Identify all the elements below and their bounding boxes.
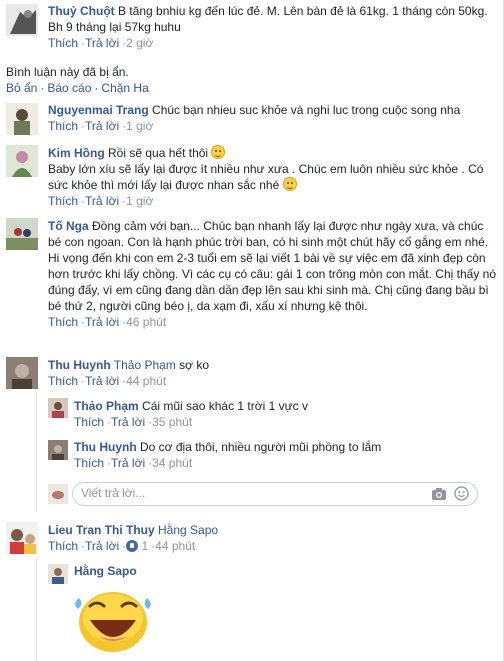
- reply-thread-line: [36, 392, 37, 512]
- author-name[interactable]: Nguyenmai Trang: [48, 103, 149, 117]
- comment-text: Cái mũi sao khác 1 trời 1 vực v: [142, 399, 308, 413]
- like-link[interactable]: Thích: [48, 374, 78, 388]
- like-link[interactable]: Thích: [74, 456, 104, 470]
- reply-thread-line: [36, 558, 37, 661]
- comment: Kim Hồng Rồi sẽ qua hết thôi Baby lớn xí…: [48, 145, 496, 209]
- reply: Thu Huynh Do cơ địa thôi, nhiều người mũ…: [74, 439, 381, 471]
- smile-emoji-icon: [282, 177, 297, 191]
- reply-link[interactable]: Trả lời: [85, 315, 119, 329]
- comment-actions: Thích ·Trả lời ·1 giờ: [48, 193, 496, 209]
- author-name[interactable]: Tố Nga: [48, 219, 89, 233]
- comment-text: Đồng cảm với bạn... Chúc bạn nhanh lấy l…: [48, 219, 496, 313]
- timestamp[interactable]: 46 phút: [126, 315, 166, 329]
- timestamp[interactable]: 1 giờ: [126, 194, 153, 208]
- like-link[interactable]: Thích: [48, 119, 78, 133]
- author-name[interactable]: Thảo Phạm: [74, 399, 139, 413]
- camera-icon[interactable]: [431, 487, 447, 501]
- unhide-link[interactable]: Bỏ ẩn: [6, 81, 37, 95]
- report-link[interactable]: Báo cáo: [47, 81, 91, 95]
- avatar[interactable]: [6, 4, 38, 36]
- reply-link[interactable]: Trả lời: [85, 36, 119, 50]
- like-reaction-icon[interactable]: [126, 540, 139, 552]
- mention-tag[interactable]: Thảo Phạm: [114, 358, 176, 372]
- author-name[interactable]: Hằng Sapo: [74, 564, 137, 578]
- avatar[interactable]: [6, 103, 38, 135]
- author-name[interactable]: Thu Huynh: [74, 440, 137, 454]
- avatar: [48, 484, 68, 504]
- reply-input-placeholder: Viết trả lời...: [81, 486, 146, 500]
- reply: Thảo Phạm Cái mũi sao khác 1 trời 1 vực …: [74, 398, 308, 430]
- reply-link[interactable]: Trả lời: [85, 539, 119, 553]
- comment: Tố Nga Đồng cảm với bạn... Chúc bạn nhan…: [48, 218, 496, 330]
- comment-text: Chúc bạn nhieu suc khỏe và nghi luc tron…: [152, 103, 461, 117]
- comment-text: Baby lớn xíu sẽ lấy lại được ít nhiều nh…: [48, 162, 484, 192]
- comment-actions: Thích ·Trả lời ·46 phút: [48, 314, 496, 330]
- reply-link[interactable]: Trả lời: [85, 194, 119, 208]
- avatar[interactable]: [48, 398, 68, 418]
- author-name[interactable]: Thu Huynh: [48, 358, 111, 372]
- avatar[interactable]: [6, 145, 38, 177]
- block-link[interactable]: Chặn Ha: [101, 81, 148, 95]
- separator: ·: [40, 81, 45, 95]
- hidden-actions: Bỏ ẩn · Báo cáo · Chặn Ha: [6, 80, 149, 96]
- timestamp[interactable]: 1 giờ: [126, 119, 153, 133]
- separator: ·: [94, 81, 99, 95]
- comment-actions: Thích ·Trả lời ·34 phút: [74, 455, 381, 471]
- mention-tag[interactable]: Hằng Sapo: [158, 523, 218, 537]
- author-name[interactable]: Thuỷ Chuột: [48, 4, 115, 18]
- emoji-picker-icon[interactable]: [454, 486, 469, 501]
- reply: Hằng Sapo: [74, 563, 137, 579]
- author-name[interactable]: Kim Hồng: [48, 146, 105, 160]
- hidden-notice: Bình luận này đã bị ẩn.: [6, 65, 129, 79]
- smile-emoji-icon: [211, 145, 226, 159]
- like-link[interactable]: Thích: [48, 36, 78, 50]
- comment-text: Do cơ địa thôi, nhiều người mũi phồng to…: [140, 440, 382, 454]
- reply-link[interactable]: Trả lời: [85, 119, 119, 133]
- comment: Thuỷ Chuột B tăng bnhiu kg đến lúc đẻ. M…: [48, 3, 496, 51]
- like-link[interactable]: Thích: [48, 315, 78, 329]
- comment-actions: Thích ·Trả lời · 1·44 phút: [48, 538, 496, 554]
- comment-actions: Thích ·Trả lời ·2 giờ: [48, 35, 496, 51]
- avatar[interactable]: [6, 357, 38, 389]
- reply-link[interactable]: Trả lời: [85, 374, 119, 388]
- comment-actions: Thích ·Trả lời ·35 phút: [74, 414, 308, 430]
- comment-actions: Thích ·Trả lời ·44 phút: [48, 373, 496, 389]
- like-link[interactable]: Thích: [48, 539, 78, 553]
- timestamp[interactable]: 2 giờ: [126, 36, 153, 50]
- comment-actions: Thích ·Trả lời ·1 giờ: [48, 118, 496, 134]
- comment: Lieu Tran Thi Thuy Hằng Sapo Thích ·Trả l…: [48, 522, 496, 554]
- comment-text: sợ ko: [179, 358, 210, 372]
- avatar[interactable]: [48, 440, 68, 460]
- comment-text: Rồi sẽ qua hết thôi: [108, 146, 209, 160]
- reply-input[interactable]: Viết trả lời...: [72, 482, 478, 506]
- comment: Nguyenmai Trang Chúc bạn nhieu suc khỏe …: [48, 102, 496, 134]
- like-count[interactable]: 1: [141, 539, 148, 553]
- timestamp[interactable]: 44 phút: [155, 539, 195, 553]
- timestamp[interactable]: 35 phút: [152, 415, 192, 429]
- hidden-comment: Bình luận này đã bị ẩn. Bỏ ẩn · Báo cáo · Ch…: [6, 64, 149, 96]
- avatar[interactable]: [6, 522, 38, 554]
- timestamp[interactable]: 44 phút: [126, 374, 166, 388]
- like-link[interactable]: Thích: [74, 415, 104, 429]
- avatar[interactable]: [6, 218, 38, 250]
- laughing-sticker-icon: [75, 592, 151, 652]
- like-link[interactable]: Thích: [48, 194, 78, 208]
- timestamp[interactable]: 34 phút: [152, 456, 192, 470]
- comment: Thu Huynh Thảo Phạm sợ ko Thích ·Trả lời ·…: [48, 357, 496, 389]
- reply-link[interactable]: Trả lời: [111, 456, 145, 470]
- reply-link[interactable]: Trả lời: [111, 415, 145, 429]
- author-name[interactable]: Lieu Tran Thi Thuy: [48, 523, 155, 537]
- avatar[interactable]: [48, 564, 68, 584]
